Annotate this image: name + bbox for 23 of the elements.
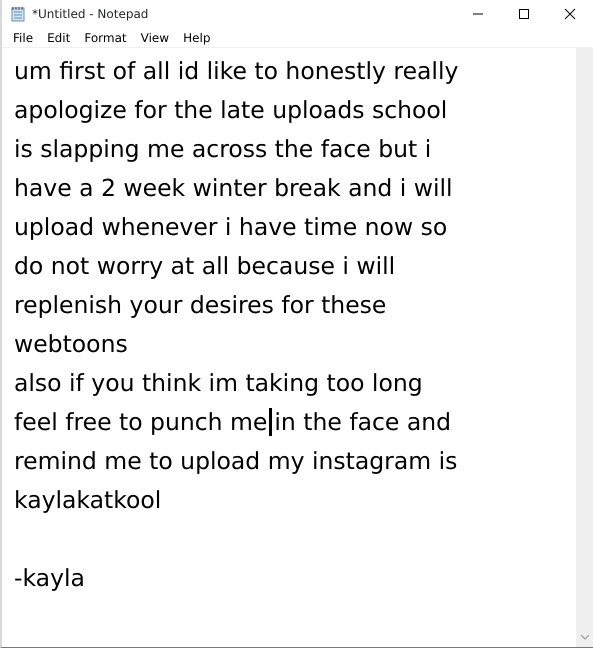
maximize-icon bbox=[518, 8, 530, 20]
text-line: webtoons bbox=[14, 330, 128, 358]
text-line: -kayla bbox=[14, 564, 85, 592]
text-line: is slapping me across the face but i bbox=[14, 135, 432, 163]
text-line: apologize for the late uploads school bbox=[14, 96, 448, 124]
text-line: feel free to punch me in the face and bbox=[14, 408, 452, 436]
text-line: upload whenever i have time now so bbox=[14, 213, 448, 241]
text-line: remind me to upload my instagram is bbox=[14, 447, 458, 475]
menu-item[interactable]: Format bbox=[77, 28, 134, 47]
menu-item[interactable]: File bbox=[6, 28, 40, 47]
menu-item[interactable]: Edit bbox=[40, 28, 78, 47]
text-line: kaylakatkool bbox=[14, 486, 162, 514]
text-line: replenish your desires for these bbox=[14, 291, 386, 319]
text-line: do not worry at all because i will bbox=[14, 252, 396, 280]
menu-item[interactable]: Help bbox=[176, 28, 218, 47]
text-line: have a 2 week winter break and i will bbox=[14, 174, 453, 202]
scrollbar[interactable] bbox=[576, 48, 593, 647]
window-title: *Untitled - Notepad bbox=[32, 6, 148, 23]
text-line: um first of all id like to honestly really bbox=[14, 57, 458, 85]
notepad-icon bbox=[10, 6, 26, 22]
text-line: also if you think im taking too long bbox=[14, 369, 423, 397]
close-icon bbox=[564, 8, 576, 20]
menu-item[interactable]: View bbox=[134, 28, 176, 47]
